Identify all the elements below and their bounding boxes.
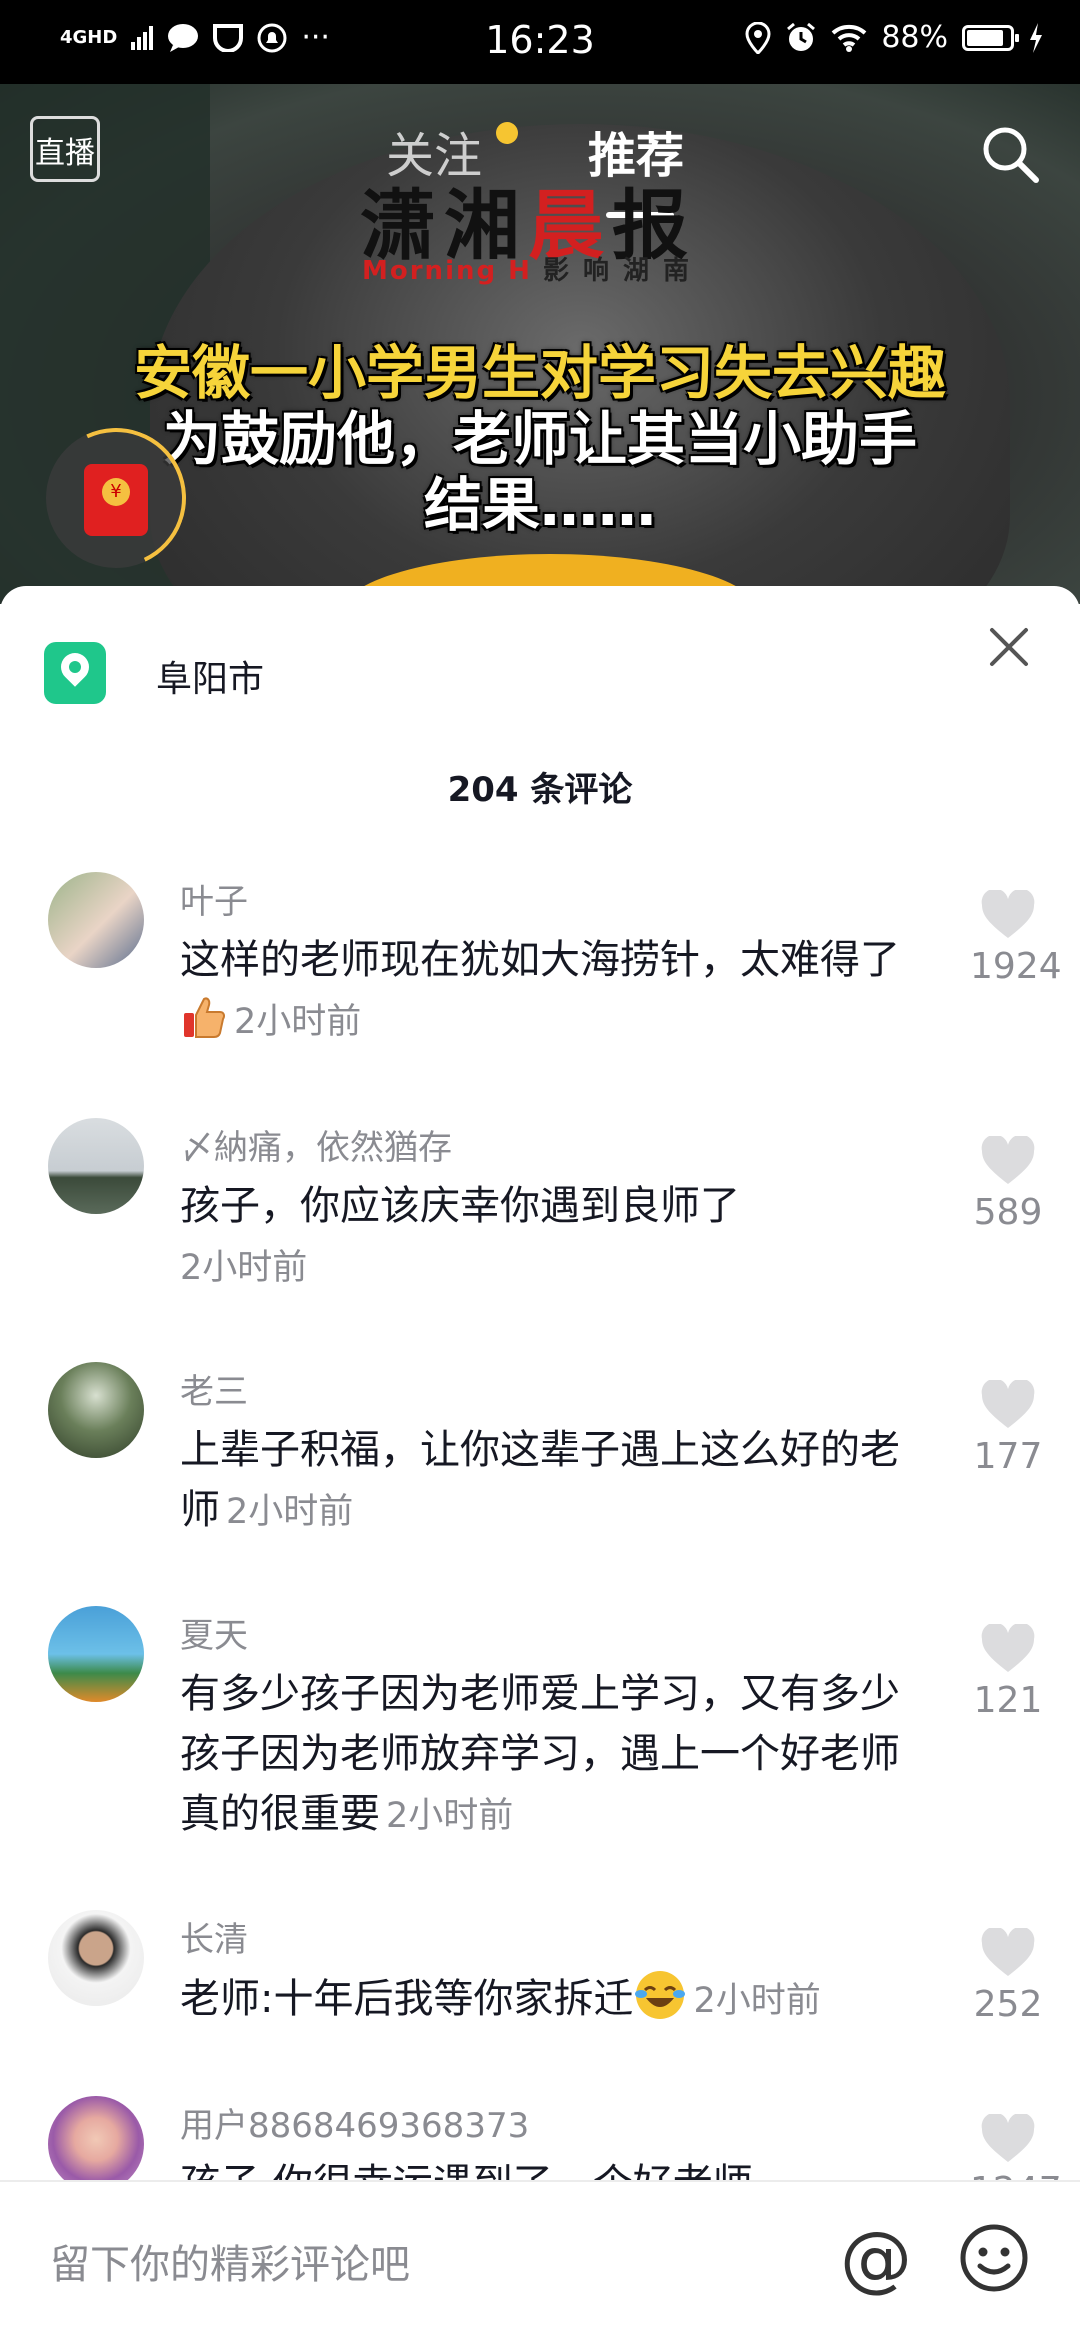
like-button[interactable]: 1924 — [970, 888, 1062, 987]
red-envelope-icon: ¥ — [84, 464, 148, 536]
like-button[interactable]: 177 — [970, 1378, 1046, 1477]
like-count: 121 — [973, 1680, 1043, 1721]
status-bar: 4GHD ··· 16:23 88% — [0, 0, 1080, 84]
heart-icon — [981, 1378, 1035, 1428]
like-button[interactable]: 121 — [970, 1622, 1046, 1721]
battery-icon — [962, 24, 1019, 51]
like-button[interactable]: 1247 — [970, 2112, 1062, 2180]
emoji-icon[interactable] — [958, 2222, 1030, 2294]
avatar[interactable] — [48, 1118, 144, 1214]
comment-text: 孩子,你很幸运遇到了一个好老师 — [180, 2154, 910, 2180]
laughing-tears-icon — [635, 1971, 686, 2019]
comment-username[interactable]: 〆納痛，依然猶存 — [180, 1120, 452, 1169]
comment-username[interactable]: 用户8868469368373 — [180, 2098, 529, 2147]
heart-icon — [981, 2112, 1035, 2162]
watermark-logo-sub: Morning H 影响湖南 — [362, 256, 703, 286]
comment-time: 2小时前 — [226, 1492, 354, 1532]
comment-text: 孩子，你应该庆幸你遇到良师了 2小时前 — [180, 1183, 740, 1288]
comment-text: 老师:十年后我等你家拆迁 2小时前 — [180, 1968, 910, 2031]
comment-username[interactable]: 老三 — [180, 1364, 248, 1413]
comment-username[interactable]: 夏天 — [180, 1608, 248, 1657]
comment-text: 这样的老师现在犹如大海捞针，太难得了2小时前 — [180, 937, 900, 1042]
avatar[interactable] — [48, 1362, 144, 1458]
mention-button[interactable]: @ — [840, 2216, 912, 2300]
red-packet-button[interactable]: ¥ — [26, 408, 206, 588]
like-count: 1924 — [970, 946, 1062, 987]
alarm-icon — [787, 22, 816, 51]
thumbs-up-icon — [184, 997, 225, 1038]
comment-input-bar: 留下你的精彩评论吧 @ — [0, 2180, 1080, 2342]
like-count: 589 — [973, 1192, 1043, 1233]
comments-panel: 阜阳市 204 条评论 叶子 这样的老师现在犹如大海捞针，太难得了2小时前 19… — [0, 586, 1080, 2340]
heart-icon — [981, 1926, 1035, 1976]
comment-input[interactable]: 留下你的精彩评论吧 — [50, 2232, 410, 2290]
wifi-icon — [831, 24, 867, 52]
location-icon — [745, 21, 771, 54]
comment-text: 有多少孩子因为老师爱上学习，又有多少孩子因为老师放弃学习，遇上一个好老师真的很重… — [180, 1671, 900, 1837]
new-content-dot — [496, 122, 518, 144]
comment-count: 204 条评论 — [447, 770, 633, 810]
like-button[interactable]: 589 — [970, 1134, 1046, 1233]
like-button[interactable]: 252 — [970, 1926, 1046, 2025]
like-count: 1247 — [970, 2170, 1062, 2180]
comment-time: 2小时前 — [693, 1981, 821, 2021]
avatar[interactable] — [48, 872, 144, 968]
comment-time: 2小时前 — [234, 1002, 362, 1042]
live-button[interactable]: 直播 — [30, 116, 100, 182]
battery-percent: 88% — [881, 20, 948, 55]
comment-username[interactable]: 叶子 — [180, 874, 248, 923]
close-icon[interactable] — [986, 624, 1032, 670]
heart-icon — [981, 888, 1035, 938]
like-count: 252 — [973, 1984, 1043, 2025]
search-icon[interactable] — [978, 122, 1042, 186]
location-label[interactable]: 阜阳市 — [156, 650, 264, 702]
charging-icon — [1030, 22, 1042, 53]
avatar[interactable] — [48, 1606, 144, 1702]
heart-icon — [981, 1134, 1035, 1184]
comment-text: 上辈子积福，让你这辈子遇上这么好的老师 2小时前 — [180, 1427, 900, 1533]
avatar[interactable] — [48, 1910, 144, 2006]
video-caption: 安徽一小学男生对学习失去兴趣 为鼓励他，老师让其当小助手 结果…… — [133, 339, 946, 539]
comment-username[interactable]: 长清 — [180, 1912, 248, 1961]
location-pin-icon — [44, 642, 106, 704]
comment-item: 用户8868469368373 孩子,你很幸运遇到了一个好老师 1247 — [0, 2096, 1080, 2180]
video-player[interactable]: 直播 关注 推荐 潇湘晨报 Morning H 影响湖南 安徽一小学男生对学习失… — [0, 84, 1080, 604]
comment-time: 2小时前 — [386, 1796, 514, 1836]
comment-time: 2小时前 — [180, 1248, 308, 1288]
avatar[interactable] — [48, 2096, 144, 2180]
heart-icon — [981, 1622, 1035, 1672]
like-count: 177 — [973, 1436, 1043, 1477]
